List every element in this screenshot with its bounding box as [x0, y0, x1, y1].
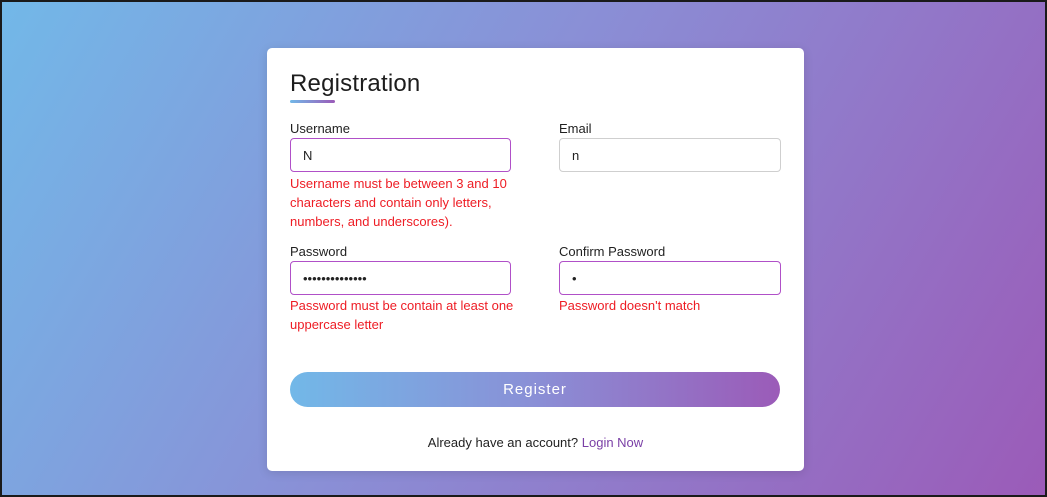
email-label: Email	[559, 121, 592, 136]
login-now-link[interactable]: Login Now	[582, 435, 643, 450]
password-error: Password must be contain at least one up…	[290, 298, 514, 332]
username-error: Username must be between 3 and 10 charac…	[290, 176, 507, 229]
username-label: Username	[290, 121, 350, 136]
register-button[interactable]: Register	[290, 372, 780, 407]
confirm-password-error: Password doesn't match	[559, 298, 701, 313]
registration-card: Registration Username Username must be b…	[267, 48, 804, 471]
password-label: Password	[290, 244, 348, 259]
email-input[interactable]	[559, 138, 781, 172]
username-input[interactable]	[290, 138, 511, 172]
confirm-password-input[interactable]	[559, 261, 781, 295]
password-input[interactable]	[290, 261, 511, 295]
confirm-password-label: Confirm Password	[559, 244, 666, 259]
title-underline	[290, 100, 335, 103]
login-prompt-text: Already have an account?	[427, 435, 579, 450]
page-background: Registration Username Username must be b…	[0, 0, 1047, 497]
form-title: Registration	[290, 70, 421, 97]
login-prompt: Already have an account? Login Now	[267, 435, 804, 450]
